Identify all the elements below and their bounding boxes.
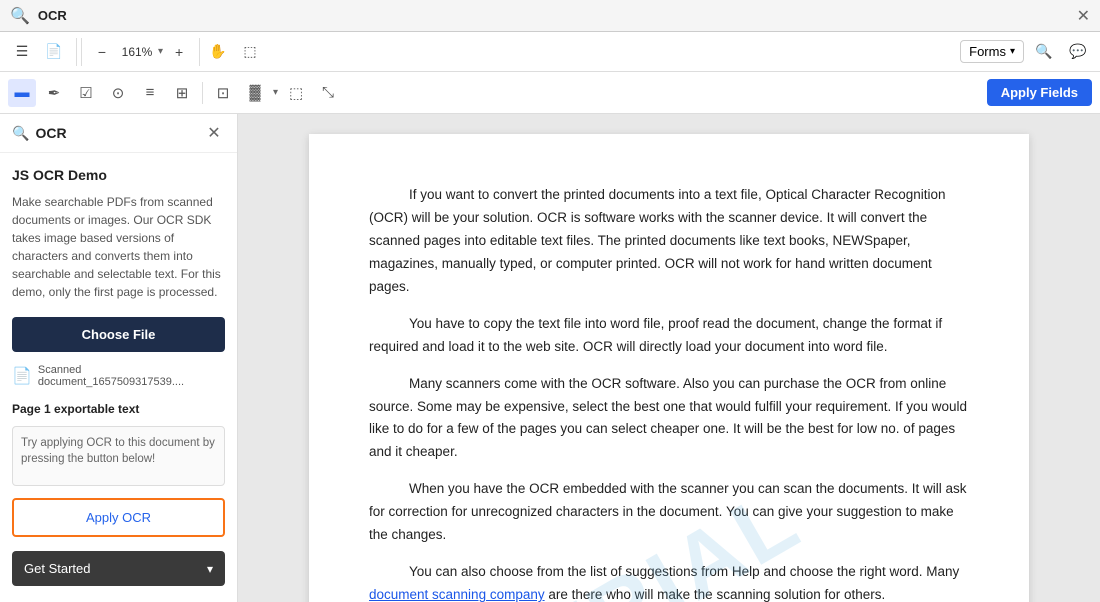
paragraph-5-before-link: You can also choose from the list of sug…	[409, 564, 959, 579]
paragraph-3: Many scanners come with the OCR software…	[369, 373, 969, 465]
list-tool-button[interactable]: ≡	[136, 79, 164, 107]
selection-tool-button[interactable]: ⬚	[282, 79, 310, 107]
zoom-in-button[interactable]: +	[165, 38, 193, 66]
sidebar-close-button[interactable]: ✕	[203, 122, 225, 144]
zoom-area: − 161% ▾ +	[81, 38, 200, 66]
get-started-bar[interactable]: Get Started ▾	[12, 551, 225, 586]
paragraph-1: If you want to convert the printed docum…	[369, 184, 969, 299]
redact-dropdown-icon: ▾	[273, 87, 278, 98]
apply-fields-button[interactable]: Apply Fields	[987, 79, 1092, 106]
zoom-out-button[interactable]: −	[88, 38, 116, 66]
pdf-viewer[interactable]: TRIAL If you want to convert the printed…	[238, 114, 1100, 602]
forms-dropdown[interactable]: Forms ▾	[960, 40, 1024, 63]
ocr-sidebar-icon: 🔍	[12, 125, 29, 142]
zoom-dropdown-icon: ▾	[158, 46, 163, 57]
nav-tools: ☰ 📄	[8, 38, 77, 66]
grid-tool-button[interactable]: ⊞	[168, 79, 196, 107]
highlight-tool-button[interactable]: ▬	[8, 79, 36, 107]
search-button[interactable]: 🔍	[1030, 38, 1058, 66]
app-title: JS OCR Demo	[12, 167, 225, 183]
choose-file-button[interactable]: Choose File	[12, 317, 225, 352]
sidebar-toggle-button[interactable]: ☰	[8, 38, 36, 66]
exportable-text-box: Try applying OCR to this document by pre…	[12, 426, 225, 486]
sidebar-title-bar: 🔍 OCR ✕	[0, 114, 237, 153]
page-view-button[interactable]: 📄	[40, 38, 68, 66]
pdf-text-content: If you want to convert the printed docum…	[369, 184, 969, 602]
redact-tool-button[interactable]: ▓	[241, 79, 269, 107]
document-scanning-link[interactable]: document scanning company	[369, 587, 545, 602]
app-description: Make searchable PDFs from scanned docume…	[12, 193, 225, 301]
annotation-toolbar: ▬ ✒ ☑ ⊙ ≡ ⊞ ⊡ ▓ ▾ ⬚ ⤡ Apply Fields	[0, 72, 1100, 114]
window-close-button[interactable]: ✕	[1077, 6, 1090, 26]
top-toolbar: ☰ 📄 − 161% ▾ + ✋ ⬚ Forms ▾ 🔍 💬	[0, 32, 1100, 72]
forms-chevron-icon: ▾	[1010, 46, 1015, 57]
paragraph-2: You have to copy the text file into word…	[369, 313, 969, 359]
pan-button[interactable]: ✋	[204, 38, 232, 66]
sidebar: 🔍 OCR ✕ JS OCR Demo Make searchable PDFs…	[0, 114, 238, 602]
crop-tool-button[interactable]: ⊡	[209, 79, 237, 107]
file-name: Scanned document_1657509317539....	[38, 364, 225, 388]
signature-tool-button[interactable]: ✒	[40, 79, 68, 107]
get-started-chevron-icon: ▾	[207, 562, 213, 576]
zoom-level: 161%	[118, 45, 156, 59]
apply-ocr-button[interactable]: Apply OCR	[12, 498, 225, 537]
get-started-label: Get Started	[24, 561, 90, 576]
file-info: 📄 Scanned document_1657509317539....	[12, 364, 225, 388]
paragraph-4: When you have the OCR embedded with the …	[369, 478, 969, 547]
comment-button[interactable]: 💬	[1064, 38, 1092, 66]
toolbar-separator	[202, 82, 203, 104]
sidebar-title: 🔍 OCR	[12, 125, 67, 142]
pdf-page: TRIAL If you want to convert the printed…	[309, 134, 1029, 602]
forms-label: Forms	[969, 44, 1006, 59]
select-button[interactable]: ⬚	[236, 38, 264, 66]
file-icon: 📄	[12, 366, 32, 386]
paragraph-5-after-link: are there who will make the scanning sol…	[545, 587, 886, 602]
checkbox-tool-button[interactable]: ☑	[72, 79, 100, 107]
ocr-icon: 🔍	[10, 6, 30, 26]
paragraph-5: You can also choose from the list of sug…	[369, 561, 969, 602]
sidebar-content: JS OCR Demo Make searchable PDFs from sc…	[0, 153, 237, 602]
section-label: Page 1 exportable text	[12, 402, 225, 416]
radio-tool-button[interactable]: ⊙	[104, 79, 132, 107]
window-title: OCR	[38, 8, 67, 23]
resize-tool-button[interactable]: ⤡	[314, 79, 342, 107]
main-layout: 🔍 OCR ✕ JS OCR Demo Make searchable PDFs…	[0, 114, 1100, 602]
text-box-content: Try applying OCR to this document by pre…	[21, 437, 215, 465]
